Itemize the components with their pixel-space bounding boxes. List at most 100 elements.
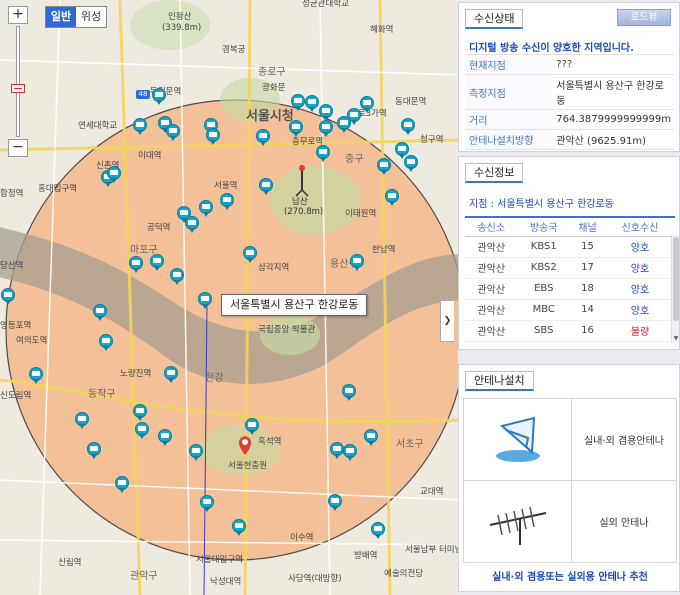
museum-park [260,315,320,355]
tv-marker-icon[interactable] [385,189,399,206]
broadcaster-cell: KBS1 [517,236,570,258]
tv-marker-icon[interactable] [328,494,342,511]
table-scrollbar[interactable]: ▼ [671,235,679,343]
map-type-satellite-button[interactable]: 위성 [76,7,106,27]
tv-marker-icon[interactable] [170,268,184,285]
zoom-slider-thumb[interactable] [11,84,25,93]
tv-marker-icon[interactable] [347,108,361,125]
zoom-control: + − [8,6,28,157]
tv-marker-icon[interactable] [364,429,378,446]
tv-marker-icon[interactable] [99,334,113,351]
tv-marker-icon[interactable] [360,96,374,113]
city-hall-label: 서울시청 [246,109,294,124]
tv-marker-icon[interactable] [377,158,391,175]
dongjak-label: 동작구 [88,389,116,400]
tv-marker-icon[interactable] [115,476,129,493]
hannam-label: 한남역 [372,245,396,255]
tv-marker-icon[interactable] [316,145,330,162]
tv-marker-icon[interactable] [164,366,178,383]
tv-marker-icon[interactable] [404,155,418,172]
zoom-in-button[interactable]: + [8,6,28,24]
outdoor-antenna-icon [489,506,546,545]
tv-marker-icon[interactable] [319,104,333,121]
chevron-right-icon: ❯ [443,316,452,326]
tv-marker-icon[interactable] [185,216,199,233]
tv-marker-icon[interactable] [342,384,356,401]
tv-marker-icon[interactable] [198,292,212,309]
zoom-out-button[interactable]: − [8,139,28,157]
mountain-height-label: (339.8m) [162,23,202,33]
tv-marker-icon[interactable] [200,495,214,512]
isu-label: 이수역 [290,533,314,543]
hangang-label: 한강 [205,373,224,384]
tv-marker-icon[interactable] [291,94,305,111]
tab-antenna[interactable]: 안테나설치 [465,371,534,391]
tab-reception-status[interactable]: 수신상태 [465,9,524,29]
channel-cell: 15 [570,236,605,258]
gyeongbokgung-label: 경복궁 [222,45,246,55]
table-row: 관악산 SBS 16 불량 [465,320,675,342]
row-value: 764.3879999999999m [552,109,675,130]
indoor-outdoor-antenna-icon [495,416,540,462]
panel-collapse-button[interactable]: ❯ [440,300,454,342]
tv-marker-icon[interactable] [256,129,270,146]
tower-height-label: (270.8m) [284,207,324,217]
tv-marker-icon[interactable] [220,193,234,210]
map-type-general-button[interactable]: 일반 [46,7,76,27]
tv-marker-icon[interactable] [371,522,385,539]
antenna-image-cell [463,398,572,481]
transmitter-table: 송신소 방송국 채널 신호수신 관악산 KBS1 15 양호 관악산 KBS2 … [465,216,675,342]
tv-marker-icon[interactable] [166,124,180,141]
signal-cell: 양호 [605,278,675,300]
tv-marker-icon[interactable] [330,442,344,459]
tv-marker-icon[interactable] [350,254,364,271]
tv-marker-icon[interactable] [107,166,121,183]
tv-marker-icon[interactable] [232,519,246,536]
row-value: ??? [552,54,675,75]
column-header: 방송국 [517,216,570,237]
tv-marker-icon[interactable] [305,95,319,112]
table-row: 현재지점 ??? [465,54,675,75]
map-view[interactable]: 인왕산 (339.8m) 서울시청 종로구 마포구 중구 용산구 한강 동작구 … [0,0,458,595]
tv-marker-icon[interactable] [133,404,147,421]
tv-marker-icon[interactable] [1,288,15,305]
tv-marker-icon[interactable] [401,118,415,135]
roadview-button[interactable]: 로드뷰 [617,9,671,26]
itaewon-label: 이태원역 [345,209,377,219]
tv-marker-icon[interactable] [158,429,172,446]
tv-marker-icon[interactable] [243,246,257,263]
tv-marker-icon[interactable] [343,444,357,461]
reception-status-table: 현재지점 ??? 측정지점 서울특별시 용산구 한강로동 거리 764.3879… [465,54,675,150]
broadcaster-cell: KBS2 [517,257,570,279]
hyehwa-label: 혜화역 [370,25,394,35]
table-row: 실외 안테나 [463,480,677,563]
tv-marker-icon[interactable] [152,88,166,105]
tv-marker-icon[interactable] [150,254,164,271]
tv-marker-icon[interactable] [259,178,273,195]
tv-marker-icon[interactable] [75,412,89,429]
channel-cell: 18 [570,278,605,300]
tv-marker-icon[interactable] [206,128,220,145]
zoom-rail [16,26,20,137]
tab-reception-info[interactable]: 수신정보 [465,163,524,183]
hapjeong-label: 합정역 [0,189,24,199]
seocho-label: 서초구 [396,439,424,450]
tv-marker-icon[interactable] [133,118,147,135]
zoom-slider[interactable] [8,24,28,139]
tv-marker-icon[interactable] [189,444,203,461]
arts-center-label: 예술의전당 [384,569,424,579]
tv-marker-icon[interactable] [135,422,149,439]
row-value: 서울특별시 용산구 한강로동 [552,74,675,110]
tv-marker-icon[interactable] [29,367,43,384]
scroll-down-icon[interactable]: ▼ [672,335,680,343]
tv-marker-icon[interactable] [289,120,303,137]
tv-marker-icon[interactable] [93,304,107,321]
tv-marker-icon[interactable] [245,418,259,435]
tv-marker-icon[interactable] [199,200,213,217]
museum-label: 국립중앙 박물관 [258,325,316,335]
tv-marker-icon[interactable] [87,442,101,459]
tv-marker-icon[interactable] [319,120,333,137]
scrollbar-thumb[interactable] [673,237,679,321]
tv-marker-icon[interactable] [129,256,143,273]
table-row: 안테나설치방향 관악산 (9625.91m) [465,129,675,150]
